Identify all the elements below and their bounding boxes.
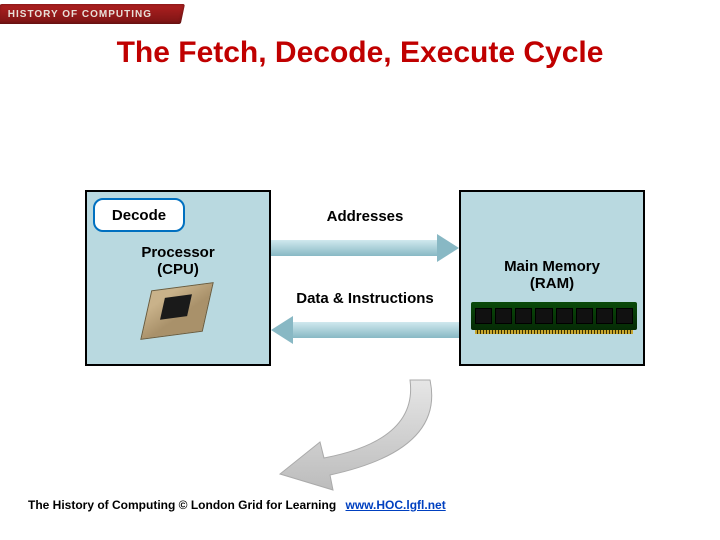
addresses-arrow: Addresses xyxy=(271,234,459,262)
cycle-diagram: Decode Processor (CPU) Addresses Data & … xyxy=(85,190,645,370)
addresses-label: Addresses xyxy=(271,208,459,225)
site-banner: HISTORY OF COMPUTING xyxy=(0,4,185,24)
footer-link[interactable]: www.HOC.lgfl.net xyxy=(340,498,446,512)
ram-label-line1: Main Memory xyxy=(504,258,600,275)
cpu-label-line2: (CPU) xyxy=(157,261,199,278)
arrow-right-icon xyxy=(271,234,459,262)
cpu-chip-icon xyxy=(127,286,237,356)
data-instructions-arrow: Data & Instructions xyxy=(271,316,459,344)
cpu-label-line1: Processor xyxy=(141,244,214,261)
ram-box: Main Memory (RAM) xyxy=(459,190,645,366)
ram-stick-icon xyxy=(471,302,637,330)
arrow-left-icon xyxy=(271,316,459,344)
cpu-box: Decode Processor (CPU) xyxy=(85,190,271,366)
data-instructions-label: Data & Instructions xyxy=(271,290,459,307)
banner-text: HISTORY OF COMPUTING xyxy=(0,9,152,20)
cpu-label: Processor (CPU) xyxy=(87,244,269,279)
curved-arrow-icon xyxy=(220,370,460,510)
ram-label: Main Memory (RAM) xyxy=(461,258,643,293)
ram-label-line2: (RAM) xyxy=(530,275,574,292)
footer: The History of Computing © London Grid f… xyxy=(28,498,446,512)
decode-bubble: Decode xyxy=(93,198,185,232)
footer-text: The History of Computing © London Grid f… xyxy=(28,498,336,512)
slide-title: The Fetch, Decode, Execute Cycle xyxy=(0,36,720,70)
